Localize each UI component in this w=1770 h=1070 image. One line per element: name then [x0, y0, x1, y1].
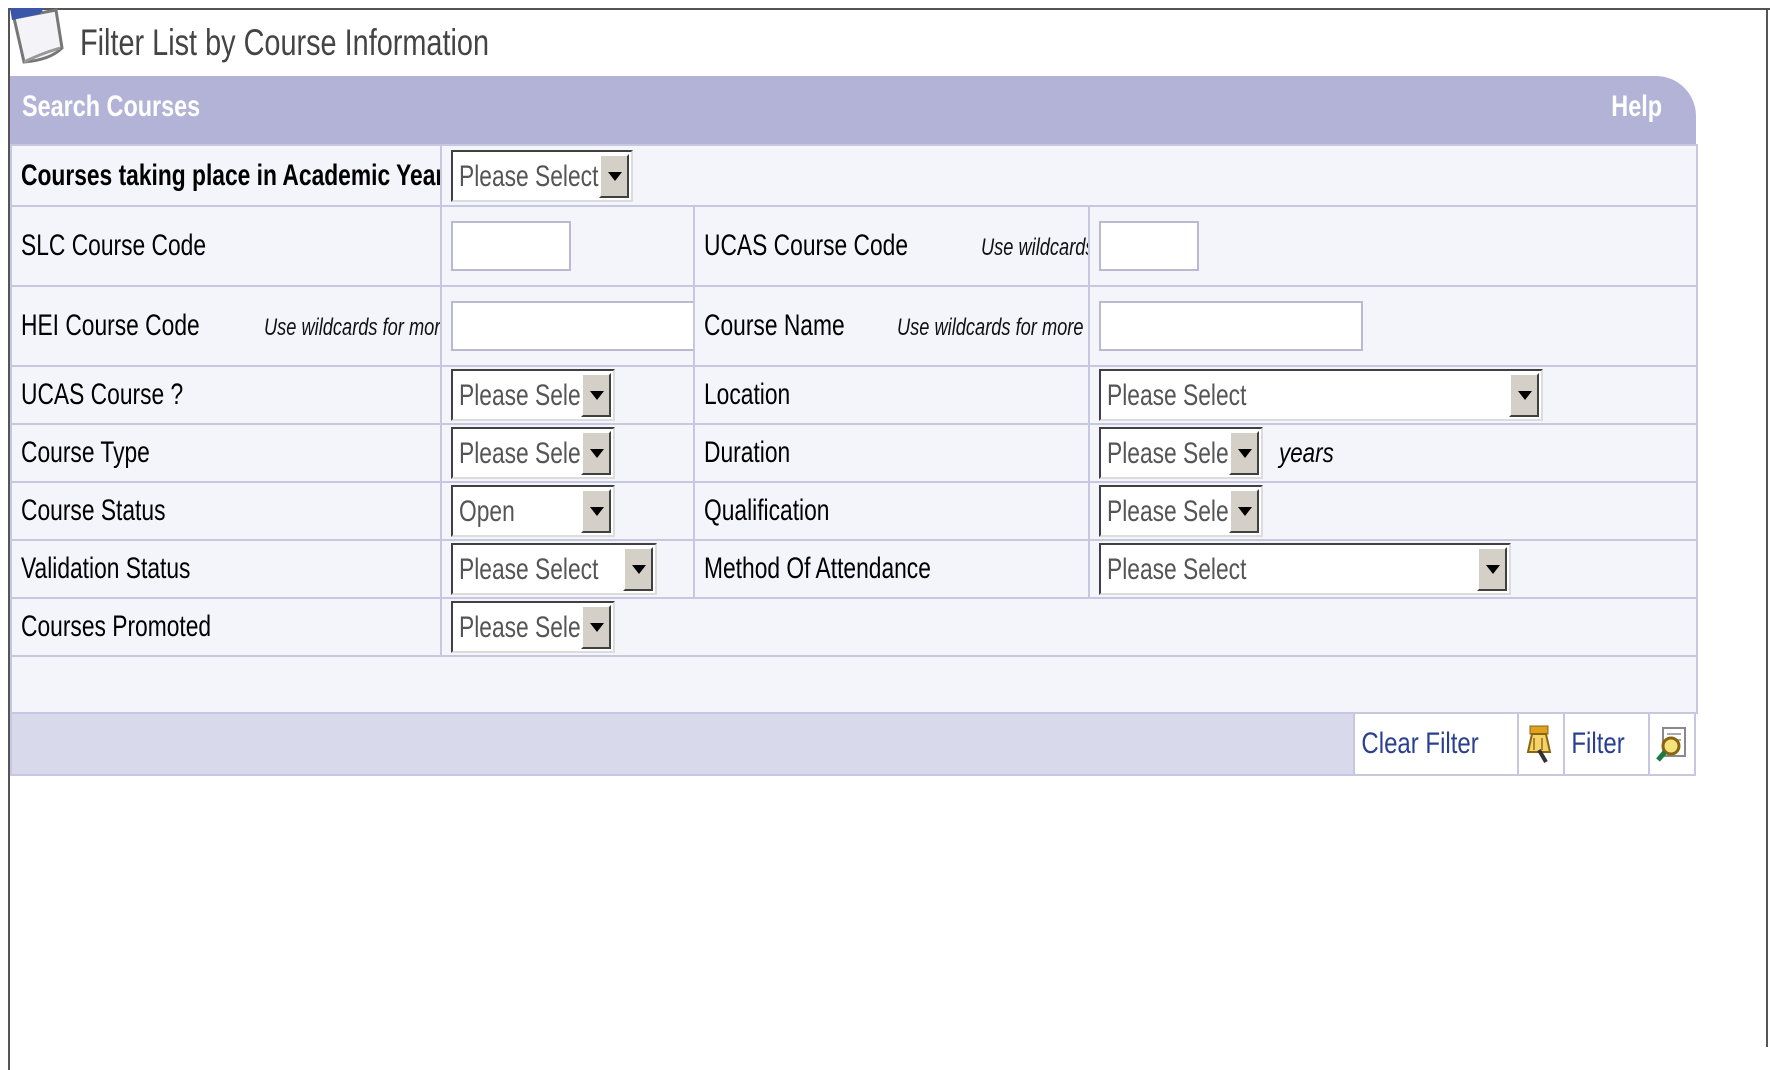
form-row-status-qualification: Course Status Open Qualification Please …	[10, 481, 1699, 541]
location-select[interactable]: Please Select	[1099, 369, 1543, 421]
duration-select[interactable]: Please Select	[1099, 427, 1263, 479]
duration-unit: years	[1279, 437, 1335, 468]
hei-course-code-label: HEI Course Code	[21, 309, 200, 342]
chevron-down-icon	[581, 489, 611, 533]
chevron-down-icon	[623, 547, 653, 591]
search-form: Courses taking place in Academic Year Pl…	[9, 144, 1699, 714]
ucas-course-code-hint: Use wildcards for more matches, e.g. %AB…	[980, 234, 1089, 261]
ucas-course-select[interactable]: Please Select	[451, 369, 615, 421]
method-of-attendance-value: Please Select	[1107, 553, 1247, 586]
page-header: Filter List by Course Information	[10, 8, 910, 70]
panel-header: Search Courses Help	[10, 76, 1696, 144]
course-type-select[interactable]: Please Select	[451, 427, 615, 479]
chevron-down-icon	[581, 431, 611, 475]
academic-year-select[interactable]: Please Select	[451, 149, 633, 202]
help-link[interactable]: Help	[1611, 90, 1662, 124]
form-row-hei-name: HEI Course Code Use wildcards for more m…	[10, 285, 1699, 367]
location-value: Please Select	[1107, 379, 1247, 412]
hei-course-code-input[interactable]	[451, 301, 692, 351]
window-frame-right	[1766, 8, 1768, 1047]
form-row-academic-year: Courses taking place in Academic Year Pl…	[10, 144, 1699, 207]
course-type-label: Course Type	[21, 436, 150, 469]
academic-year-value: Please Select	[459, 159, 599, 193]
form-row-spacer	[9, 655, 1699, 714]
courses-promoted-value: Please Select	[459, 611, 599, 644]
form-row-ucas-location: UCAS Course ? Please Select Location Ple…	[10, 365, 1699, 425]
filter-button[interactable]: Filter	[1565, 714, 1631, 774]
chevron-down-icon	[1229, 431, 1259, 475]
chevron-down-icon	[1509, 373, 1539, 417]
chevron-down-icon	[599, 153, 629, 198]
form-row-type-duration: Course Type Please Select Duration Pleas…	[10, 423, 1699, 483]
duration-label: Duration	[704, 436, 791, 469]
search-panel: Search Courses Help Courses taking place…	[9, 76, 1699, 776]
form-row-codes: SLC Course Code UCAS Course Code Use wil…	[10, 205, 1699, 287]
ucas-course-value: Please Select	[459, 379, 599, 412]
course-name-label: Course Name	[704, 309, 845, 342]
duration-value: Please Select	[1107, 437, 1247, 470]
form-row-promoted: Courses Promoted Please Select	[10, 597, 1699, 657]
action-bar: Clear Filter Filter	[10, 714, 1696, 776]
method-of-attendance-select[interactable]: Please Select	[1099, 543, 1511, 595]
chevron-down-icon	[581, 373, 611, 417]
qualification-value: Please Select	[1107, 495, 1247, 528]
method-of-attendance-label: Method Of Attendance	[704, 552, 931, 585]
ucas-course-code-label: UCAS Course Code	[704, 229, 909, 262]
course-name-input[interactable]	[1099, 301, 1363, 351]
clear-filter-button[interactable]: Clear Filter	[1355, 714, 1485, 774]
qualification-label: Qualification	[704, 494, 830, 527]
validation-status-label: Validation Status	[21, 552, 191, 585]
slc-course-code-label: SLC Course Code	[21, 229, 207, 262]
courses-promoted-select[interactable]: Please Select	[451, 601, 615, 653]
course-status-value: Open	[459, 495, 515, 528]
magnifier-document-icon[interactable]	[1648, 714, 1694, 774]
hei-course-code-hint: Use wildcards for more matches, e.g. %AB…	[264, 314, 441, 341]
ucas-course-label: UCAS Course ?	[21, 378, 184, 411]
course-status-select[interactable]: Open	[451, 485, 615, 537]
chevron-down-icon	[581, 605, 611, 649]
validation-status-select[interactable]: Please Select	[451, 543, 657, 595]
qualification-select[interactable]: Please Select	[1099, 485, 1263, 537]
panel-title: Search Courses	[22, 90, 201, 123]
course-type-value: Please Select	[459, 437, 599, 470]
form-row-validation-attendance: Validation Status Please Select Method O…	[10, 539, 1699, 599]
validation-status-value: Please Select	[459, 553, 599, 586]
broom-icon[interactable]	[1517, 714, 1563, 774]
course-name-hint: Use wildcards for more matches, e.g. %Ma…	[897, 314, 1087, 341]
action-buttons: Clear Filter Filter	[1352, 714, 1694, 774]
document-icon	[10, 8, 68, 68]
academic-year-label: Courses taking place in Academic Year	[21, 158, 441, 192]
courses-promoted-label: Courses Promoted	[21, 610, 212, 643]
course-status-label: Course Status	[21, 494, 166, 527]
slc-course-code-input[interactable]	[451, 221, 571, 271]
location-label: Location	[704, 378, 791, 411]
ucas-course-code-input[interactable]	[1099, 221, 1199, 271]
chevron-down-icon	[1477, 547, 1507, 591]
chevron-down-icon	[1229, 489, 1259, 533]
page-title: Filter List by Course Information	[80, 22, 490, 63]
